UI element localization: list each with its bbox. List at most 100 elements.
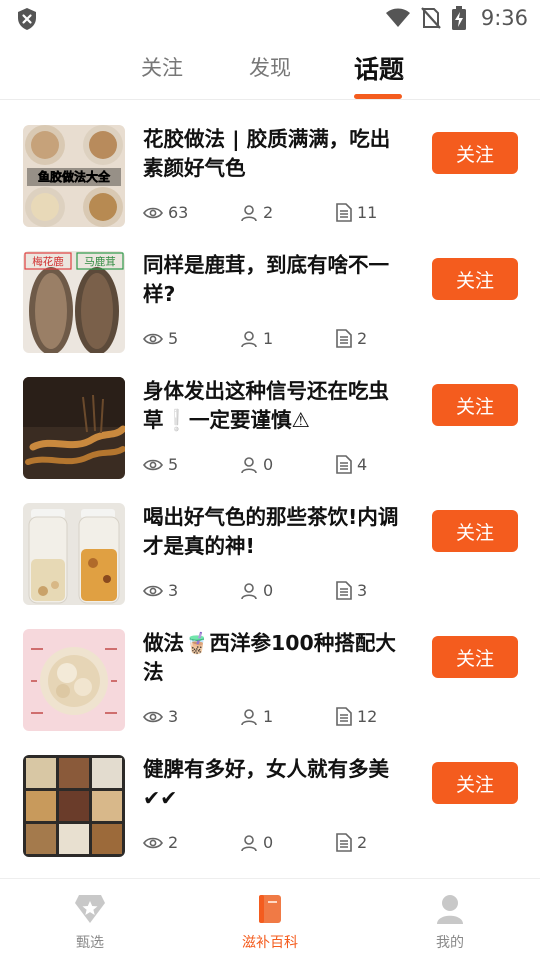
topic-item[interactable]: 健脾有多好，女人就有多美✔✔ 2 0 2 关注 xyxy=(0,730,540,857)
users-stat: 0 xyxy=(240,455,273,474)
thumbnail-caption: 鱼胶做法大全 xyxy=(38,169,111,184)
topic-stats: 2 0 2 xyxy=(143,833,403,855)
views-count: 3 xyxy=(168,707,179,726)
follow-button[interactable]: 关注 xyxy=(432,132,518,174)
views-stat: 3 xyxy=(143,707,178,726)
tab-follow[interactable]: 关注 xyxy=(141,52,183,82)
posts-count: 12 xyxy=(357,707,378,726)
topic-thumbnail[interactable] xyxy=(23,377,125,479)
topic-title[interactable]: 喝出好气色的那些茶饮!内调才是真的神! xyxy=(143,503,403,561)
views-count: 3 xyxy=(168,581,179,600)
nav-item-jingxuan[interactable]: 甄选 xyxy=(30,893,150,952)
views-stat: 2 xyxy=(143,833,178,852)
users-stat: 2 xyxy=(240,203,273,222)
views-stat: 63 xyxy=(143,203,188,222)
nav-label: 滋补百科 xyxy=(242,935,298,951)
battery-charging-icon xyxy=(451,6,466,30)
follow-button[interactable]: 关注 xyxy=(432,636,518,678)
eye-icon xyxy=(143,207,163,218)
topic-item[interactable]: 梅花鹿 马鹿茸 同样是鹿茸，到底有啥不一样? 5 1 2 关注 xyxy=(0,226,540,353)
topic-list: 鱼胶做法大全 花胶做法 | 胶质满满，吃出素颜好气色 63 2 11 关注 梅花… xyxy=(0,100,540,857)
posts-count: 4 xyxy=(357,455,368,474)
eye-icon xyxy=(143,837,163,848)
topic-thumbnail[interactable] xyxy=(23,629,125,731)
person-icon xyxy=(241,456,257,473)
no-sim-icon xyxy=(421,7,441,29)
topic-thumbnail[interactable] xyxy=(23,755,125,857)
topic-item[interactable]: 鱼胶做法大全 花胶做法 | 胶质满满，吃出素颜好气色 63 2 11 关注 xyxy=(0,100,540,227)
shield-icon xyxy=(18,8,36,30)
topic-item[interactable]: 做法🧋西洋参100种搭配大法 3 1 12 关注 xyxy=(0,604,540,731)
topic-thumbnail[interactable] xyxy=(23,503,125,605)
eye-icon xyxy=(143,711,163,722)
document-icon xyxy=(336,581,352,600)
topic-title[interactable]: 健脾有多好，女人就有多美✔✔ xyxy=(143,755,403,813)
star-shield-icon xyxy=(75,895,105,923)
views-count: 5 xyxy=(168,329,179,348)
posts-stat: 11 xyxy=(336,203,377,222)
topic-stats: 3 0 3 xyxy=(143,581,403,603)
follow-button[interactable]: 关注 xyxy=(432,258,518,300)
users-count: 0 xyxy=(263,581,274,600)
users-stat: 1 xyxy=(240,707,273,726)
nav-label: 甄选 xyxy=(76,935,104,951)
topic-title[interactable]: 同样是鹿茸，到底有啥不一样? xyxy=(143,251,403,309)
top-tabs: 关注 发现 话题 xyxy=(0,44,540,100)
nav-item-mine[interactable]: 我的 xyxy=(390,893,510,952)
person-icon xyxy=(241,330,257,347)
follow-button[interactable]: 关注 xyxy=(432,762,518,804)
wifi-icon xyxy=(385,8,410,27)
eye-icon xyxy=(143,585,163,596)
views-stat: 5 xyxy=(143,455,178,474)
bottom-nav: 甄选 滋补百科 我的 xyxy=(0,879,540,960)
follow-button[interactable]: 关注 xyxy=(432,384,518,426)
views-count: 2 xyxy=(168,833,179,852)
document-icon xyxy=(336,455,352,474)
topic-stats: 5 1 2 xyxy=(143,329,403,351)
topic-item[interactable]: 身体发出这种信号还在吃虫草❕一定要谨慎⚠ 5 0 4 关注 xyxy=(0,352,540,479)
thumbnail-label: 马鹿茸 xyxy=(84,255,116,268)
views-stat: 3 xyxy=(143,581,178,600)
status-bar: 9:36 xyxy=(0,0,540,36)
posts-stat: 2 xyxy=(336,833,367,852)
nav-item-baike[interactable]: 滋补百科 xyxy=(210,893,330,952)
users-count: 0 xyxy=(263,833,274,852)
topic-title[interactable]: 做法🧋西洋参100种搭配大法 xyxy=(143,629,403,687)
posts-stat: 3 xyxy=(336,581,367,600)
users-count: 0 xyxy=(263,455,274,474)
follow-button[interactable]: 关注 xyxy=(432,510,518,552)
posts-stat: 12 xyxy=(336,707,377,726)
document-icon xyxy=(336,707,352,726)
views-count: 5 xyxy=(168,455,179,474)
tab-discover[interactable]: 发现 xyxy=(249,52,291,82)
posts-count: 2 xyxy=(357,833,368,852)
person-icon xyxy=(241,834,257,851)
clock: 9:36 xyxy=(480,6,528,30)
document-icon xyxy=(336,329,352,348)
person-icon xyxy=(437,895,463,924)
users-count: 2 xyxy=(263,203,274,222)
users-count: 1 xyxy=(263,329,274,348)
topic-stats: 5 0 4 xyxy=(143,455,403,477)
topic-item[interactable]: 喝出好气色的那些茶饮!内调才是真的神! 3 0 3 关注 xyxy=(0,478,540,605)
person-icon xyxy=(241,204,257,221)
book-icon xyxy=(259,895,281,923)
views-stat: 5 xyxy=(143,329,178,348)
posts-count: 2 xyxy=(357,329,368,348)
eye-icon xyxy=(143,333,163,344)
users-stat: 1 xyxy=(240,329,273,348)
posts-count: 3 xyxy=(357,581,368,600)
topic-thumbnail[interactable]: 梅花鹿 马鹿茸 xyxy=(23,251,125,353)
document-icon xyxy=(336,203,352,222)
tab-topics[interactable]: 话题 xyxy=(354,50,404,86)
posts-stat: 2 xyxy=(336,329,367,348)
nav-label: 我的 xyxy=(436,935,464,951)
topic-stats: 3 1 12 xyxy=(143,707,403,729)
users-count: 1 xyxy=(263,707,274,726)
posts-stat: 4 xyxy=(336,455,367,474)
users-stat: 0 xyxy=(240,833,273,852)
topic-title[interactable]: 花胶做法 | 胶质满满，吃出素颜好气色 xyxy=(143,125,403,183)
topic-thumbnail[interactable]: 鱼胶做法大全 xyxy=(23,125,125,227)
person-icon xyxy=(241,708,257,725)
topic-title[interactable]: 身体发出这种信号还在吃虫草❕一定要谨慎⚠ xyxy=(143,377,403,435)
